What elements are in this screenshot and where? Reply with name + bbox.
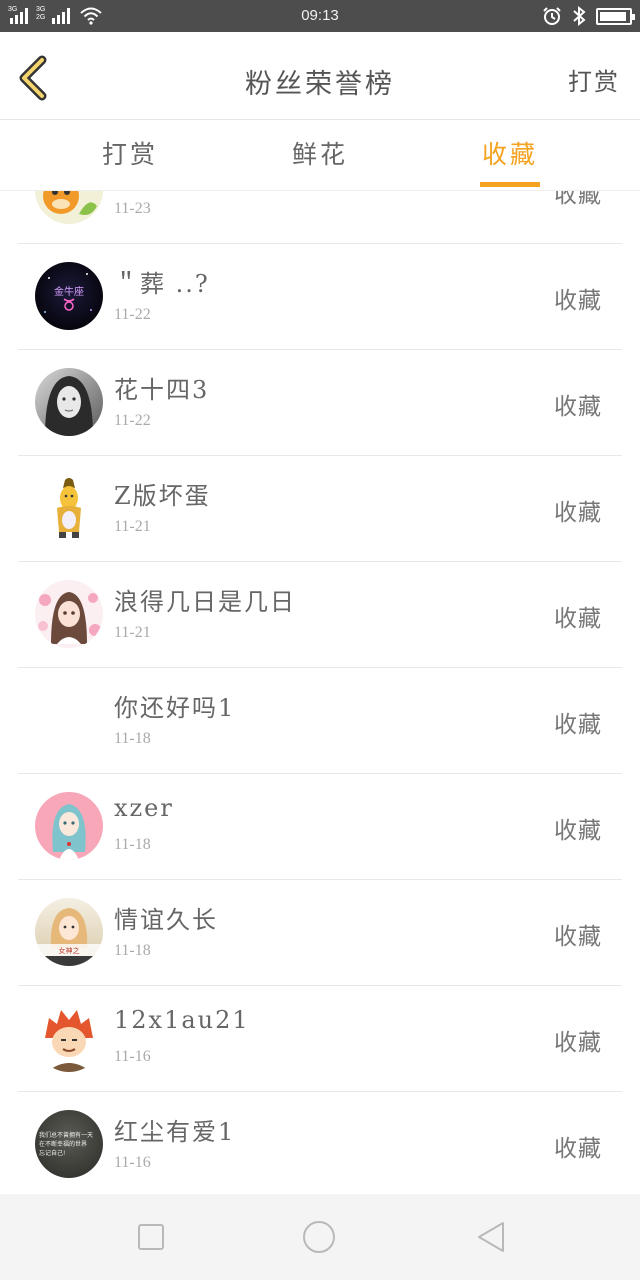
quote-line-2: 在不断幸福的世界 (39, 1140, 87, 1148)
favorite-action-label: 收藏 (554, 394, 602, 420)
girl-photo-avatar-icon: 女神之 (35, 908, 103, 966)
avatar: 女神之 (35, 898, 103, 966)
date-label: 11-22 (114, 412, 151, 429)
avatar (35, 191, 103, 224)
page-title: 粉丝荣誉榜 (245, 69, 395, 100)
avatar (35, 1004, 103, 1072)
user-name: xzer (114, 794, 174, 822)
quote-text-avatar-icon: 我们总不曾拥有一天 在不断幸福的世界 忘记自己! (39, 1131, 93, 1157)
date-label: 11-22 (114, 306, 151, 323)
user-name: 红尘有爱1 (114, 1118, 236, 1146)
favorite-action-label: 收藏 (554, 818, 602, 844)
battery-icon (596, 7, 635, 25)
tab-label: 鲜花 (291, 140, 348, 169)
list-item[interactable]: 11-23 收藏 (18, 191, 622, 244)
date-label: 11-18 (114, 836, 151, 853)
date-label: 11-23 (114, 200, 151, 217)
tab-reward[interactable]: 打赏 (70, 121, 190, 191)
list-item[interactable]: 浪得几日是几日 11-21 收藏 (18, 562, 622, 668)
tab-bar: 打赏 鲜花 收藏 (0, 121, 640, 191)
favorite-action-label: 收藏 (554, 1136, 602, 1162)
user-name: 浪得几日是几日 (114, 588, 296, 616)
anime-girl-flowers-avatar-icon (38, 592, 101, 644)
date-label: 11-16 (114, 1048, 151, 1065)
avatar: 金牛座 (35, 262, 103, 330)
avatar: 我们总不曾拥有一天 在不断幸福的世界 忘记自己! (35, 1110, 103, 1178)
avatar (35, 580, 103, 648)
list-item[interactable]: 花十四3 11-22 收藏 (18, 350, 622, 456)
reward-button[interactable]: 打赏 (568, 62, 620, 97)
list-item[interactable]: 你还好吗1 11-18 收藏 (18, 668, 622, 774)
date-label: 11-16 (114, 1154, 151, 1171)
avatar (35, 368, 103, 436)
active-tab-indicator (480, 182, 540, 187)
avatar (35, 792, 103, 860)
user-name: 情谊久长 (114, 906, 218, 934)
date-label: 11-21 (114, 518, 151, 535)
home-icon[interactable] (302, 1220, 336, 1254)
date-label: 11-18 (114, 942, 151, 959)
anime-girl-pink-avatar-icon (52, 804, 86, 860)
tab-favorites[interactable]: 收藏 (450, 121, 570, 191)
list-item[interactable]: 12x1au21 11-16 收藏 (18, 986, 622, 1092)
favorite-action-label: 收藏 (554, 500, 602, 526)
list-item[interactable]: xzer 11-18 收藏 (18, 774, 622, 880)
cartoon-dog-avatar-icon (43, 191, 97, 215)
favorite-action-label: 收藏 (554, 606, 602, 632)
quote-line-1: 我们总不曾拥有一天 (39, 1131, 93, 1139)
list-item[interactable]: Z版坏蛋 11-21 收藏 (18, 456, 622, 562)
favorite-action-label: 收藏 (554, 712, 602, 738)
user-name: 花十四3 (114, 376, 210, 404)
favorite-action-label: 收藏 (554, 288, 602, 314)
tab-label: 收藏 (481, 140, 538, 169)
taurus-galaxy-avatar-icon: 金牛座 (44, 273, 92, 313)
avatar (35, 474, 103, 542)
bluetooth-icon (573, 6, 586, 26)
list-item[interactable]: 我们总不曾拥有一天 在不断幸福的世界 忘记自己! 红尘有爱1 11-16 收藏 (18, 1092, 622, 1194)
favorite-action-label: 收藏 (554, 1030, 602, 1056)
banana-figure-avatar-icon (57, 478, 81, 538)
date-label: 11-18 (114, 730, 151, 747)
user-name: 你还好吗1 (114, 694, 236, 722)
photo-caption-text: 女神之 (59, 946, 80, 955)
favorite-action-label: 收藏 (554, 924, 602, 950)
user-name: ＂葬 ..? (114, 270, 210, 298)
alarm-icon (543, 7, 561, 25)
tab-label: 打赏 (101, 140, 158, 169)
fan-list[interactable]: 11-23 收藏 金牛座 ＂葬 ..? 11-22 收藏 花十四3 11-22 … (0, 191, 640, 1194)
list-item[interactable]: 金牛座 ＂葬 ..? 11-22 收藏 (18, 244, 622, 350)
favorite-action-label: 收藏 (554, 191, 602, 208)
list-item[interactable]: 女神之 情谊久长 11-18 收藏 (18, 880, 622, 986)
user-name: 12x1au21 (114, 1006, 250, 1034)
tab-flowers[interactable]: 鲜花 (260, 121, 380, 191)
bw-girl-portrait-avatar-icon (45, 376, 93, 436)
user-name: Z版坏蛋 (114, 482, 211, 510)
taurus-text: 金牛座 (54, 285, 84, 298)
quote-line-3: 忘记自己! (39, 1149, 65, 1157)
back-triangle-icon[interactable] (474, 1220, 508, 1254)
date-label: 11-21 (114, 624, 151, 641)
status-bar: 3G 3G 2G 09:13 (0, 0, 640, 32)
system-navigation-bar (0, 1194, 640, 1280)
recent-apps-icon[interactable] (134, 1220, 168, 1254)
redhead-cartoon-avatar-icon (45, 1010, 93, 1072)
header-bar: 粉丝荣誉榜 打赏 (0, 32, 640, 120)
